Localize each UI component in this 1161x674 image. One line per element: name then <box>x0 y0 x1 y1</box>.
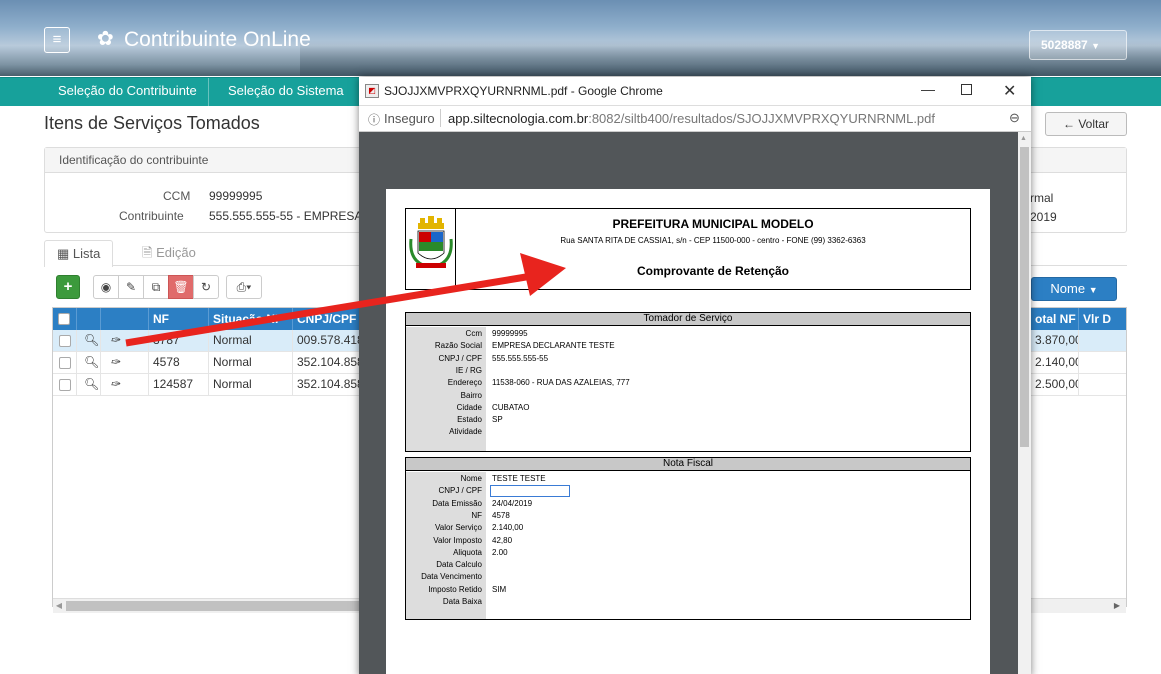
annotation-arrow-layer <box>125 253 566 347</box>
annotation-arrow-line <box>125 272 533 347</box>
app-root: ≡ ✿ Contribuinte OnLine 5028887 ▼ Seleçã… <box>0 0 1161 674</box>
annotation-arrow-head <box>520 253 566 296</box>
